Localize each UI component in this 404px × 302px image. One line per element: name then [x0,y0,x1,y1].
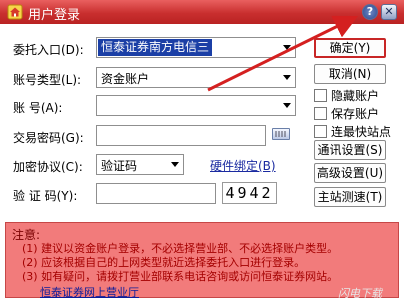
delegate-entry-select[interactable]: 恒泰证券南方电信三 [96,37,296,58]
fastest-site-checkbox[interactable]: 连最快站点 [314,123,391,140]
account-type-select[interactable]: 资金账户 [96,67,296,88]
captcha-image[interactable]: 4942 [222,182,277,204]
encryption-label: 加密协议(C): [13,160,83,174]
window-title: 用户登录 [28,8,81,23]
delegate-entry-label: 委托入口(D): [13,43,84,57]
hide-account-label: 隐藏账户 [331,89,380,103]
hide-account-checkbox[interactable]: 隐藏账户 [314,87,379,104]
checkbox-box[interactable] [314,125,327,138]
checkbox-box[interactable] [314,107,327,120]
fastest-site-label: 连最快站点 [331,125,392,139]
account-combo[interactable] [96,95,296,116]
captcha-input[interactable] [96,183,216,204]
account-type-value: 资金账户 [101,72,150,86]
save-account-checkbox[interactable]: 保存账户 [314,105,379,122]
help-button[interactable]: ? [362,4,378,20]
login-window: 用户登录 ? ✕ 委托入口(D): 恒泰证券南方电信三 账号类型(L): 资金账… [0,0,404,302]
close-button[interactable]: ✕ [381,4,397,20]
soft-keyboard-icon[interactable] [272,128,290,140]
confirm-button[interactable]: 确定(Y) [314,38,386,58]
account-label: 账 号(A): [13,101,63,115]
comm-settings-button[interactable]: 通讯设置(S) [314,140,386,160]
watermark-text: 闪电下载 [338,287,382,300]
online-hall-link[interactable]: 恒泰证券网上营业厅 [40,284,139,300]
hardware-bind-link[interactable]: 硬件绑定(B) [210,157,276,174]
close-icon: ✕ [384,5,394,18]
account-type-label: 账号类型(L): [13,73,82,87]
help-icon: ? [366,5,374,18]
advanced-settings-button[interactable]: 高级设置(U) [314,163,386,183]
encryption-value: 验证码 [101,159,138,173]
cancel-button[interactable]: 取消(N) [314,64,386,84]
captcha-label: 验 证 码(Y): [13,189,78,203]
chevron-down-icon[interactable] [279,68,295,87]
chevron-down-icon[interactable] [279,96,295,115]
trade-password-label: 交易密码(G): [13,131,84,145]
main-station-test-button[interactable]: 主站测速(T) [314,187,386,207]
encryption-select[interactable]: 验证码 [96,154,184,175]
save-account-label: 保存账户 [331,107,380,121]
chevron-down-icon[interactable] [279,38,295,57]
checkbox-box[interactable] [314,89,327,102]
trade-password-input[interactable] [96,125,266,146]
title-bar[interactable]: 用户登录 ? ✕ [0,0,404,24]
app-house-icon [7,4,23,20]
delegate-entry-value: 恒泰证券南方电信三 [98,39,213,56]
chevron-down-icon[interactable] [167,155,183,174]
notice-line: (3) 如有疑问，请拨打营业部联系电话咨询或访问恒泰证券网站。 [22,270,339,283]
